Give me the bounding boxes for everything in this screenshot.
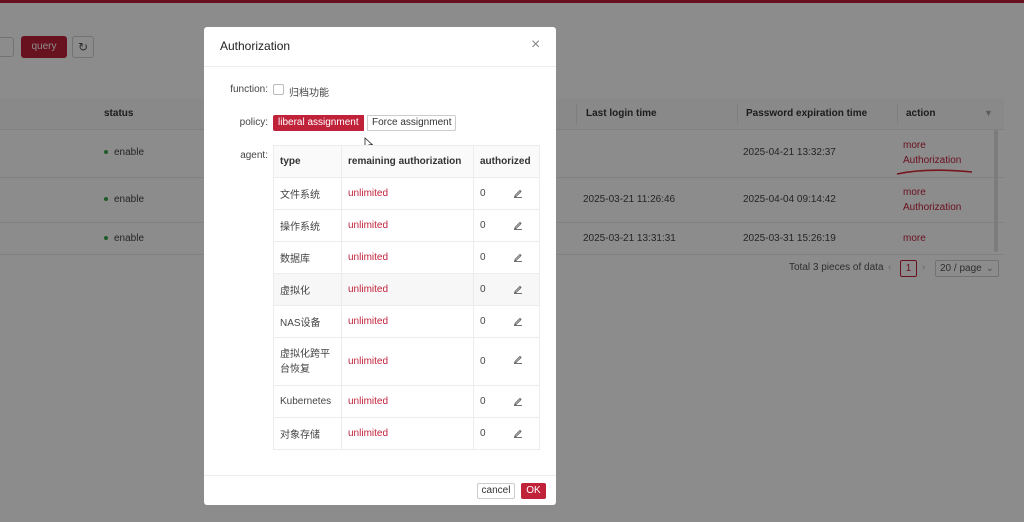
authorized-cell: 0 xyxy=(473,337,540,386)
type-cell: Kubernetes xyxy=(273,385,342,418)
remaining-cell: unlimited xyxy=(341,177,474,210)
type-cell: 虚拟化跨平台恢复 xyxy=(273,337,342,386)
policy-force-assignment[interactable]: Force assignment xyxy=(367,115,457,131)
cancel-button[interactable]: cancel xyxy=(477,483,515,499)
authorized-value: 0 xyxy=(480,188,486,199)
close-icon[interactable]: × xyxy=(531,36,540,54)
authorization-dialog: Authorization × function: 归档功能 policy: l… xyxy=(204,27,556,505)
table-row: NAS设备 unlimited 0 xyxy=(273,305,540,338)
remaining-cell: unlimited xyxy=(341,273,474,306)
remaining-cell: unlimited xyxy=(341,417,474,450)
header-authorized: authorized xyxy=(473,145,540,178)
authorized-cell: 0 xyxy=(473,177,540,210)
remaining-cell: unlimited xyxy=(341,337,474,386)
table-row: Kubernetes unlimited 0 xyxy=(273,385,540,418)
authorized-value: 0 xyxy=(480,252,486,263)
authorized-cell: 0 xyxy=(473,305,540,338)
authorized-cell: 0 xyxy=(473,417,540,450)
edit-icon[interactable] xyxy=(513,284,523,294)
dialog-title: Authorization xyxy=(220,39,291,53)
edit-icon[interactable] xyxy=(513,316,523,326)
authorized-value: 0 xyxy=(480,356,486,367)
remaining-cell: unlimited xyxy=(341,305,474,338)
checkbox-label: 归档功能 xyxy=(289,88,329,99)
divider xyxy=(204,475,556,476)
type-cell: 操作系统 xyxy=(273,209,342,242)
edit-icon[interactable] xyxy=(513,252,523,262)
table-row: 虚拟化 unlimited 0 xyxy=(273,273,540,306)
authorized-value: 0 xyxy=(480,428,486,439)
type-cell: 数据库 xyxy=(273,241,342,274)
agent-label: agent: xyxy=(240,150,268,161)
authorized-cell: 0 xyxy=(473,209,540,242)
archive-function-checkbox[interactable] xyxy=(273,84,284,95)
ok-button[interactable]: OK xyxy=(521,483,546,499)
edit-icon[interactable] xyxy=(513,428,523,438)
authorized-value: 0 xyxy=(480,220,486,231)
policy-label: policy: xyxy=(239,117,268,128)
function-label: function: xyxy=(230,84,268,95)
policy-liberal-assignment[interactable]: liberal assignment xyxy=(273,115,364,131)
edit-icon[interactable] xyxy=(513,188,523,198)
table-row: 操作系统 unlimited 0 xyxy=(273,209,540,242)
remaining-cell: unlimited xyxy=(341,209,474,242)
type-cell: NAS设备 xyxy=(273,305,342,338)
table-row: 虚拟化跨平台恢复 unlimited 0 xyxy=(273,337,540,386)
authorized-cell: 0 xyxy=(473,241,540,274)
header-type: type xyxy=(273,145,342,178)
type-cell: 文件系统 xyxy=(273,177,342,210)
table-row: 数据库 unlimited 0 xyxy=(273,241,540,274)
agent-authorization-table: type remaining authorization authorized … xyxy=(273,145,540,450)
edit-icon[interactable] xyxy=(513,354,523,364)
table-row: 对象存储 unlimited 0 xyxy=(273,417,540,450)
divider xyxy=(204,66,556,67)
edit-icon[interactable] xyxy=(513,396,523,406)
remaining-cell: unlimited xyxy=(341,241,474,274)
edit-icon[interactable] xyxy=(513,220,523,230)
type-cell: 对象存储 xyxy=(273,417,342,450)
authorized-value: 0 xyxy=(480,316,486,327)
authorized-cell: 0 xyxy=(473,385,540,418)
header-remaining-authorization: remaining authorization xyxy=(341,145,474,178)
authorized-value: 0 xyxy=(480,284,486,295)
type-cell: 虚拟化 xyxy=(273,273,342,306)
remaining-cell: unlimited xyxy=(341,385,474,418)
table-row: 文件系统 unlimited 0 xyxy=(273,177,540,210)
authorized-cell: 0 xyxy=(473,273,540,306)
authorized-value: 0 xyxy=(480,396,486,407)
